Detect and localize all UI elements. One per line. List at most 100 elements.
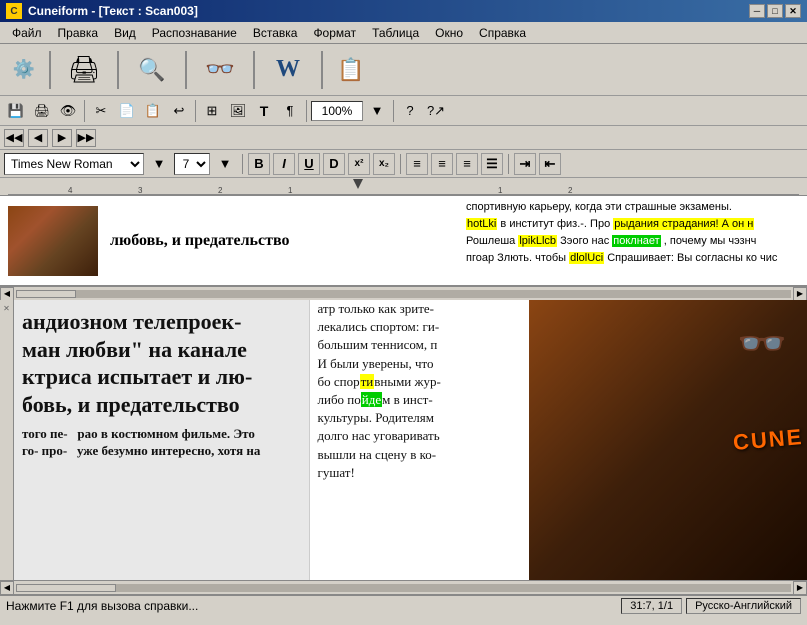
format-bar: Times New Roman Times New Roman ▼ 7 ▼ B … xyxy=(0,150,807,178)
tool-settings-button[interactable]: ⚙️ xyxy=(4,48,44,92)
para-button[interactable]: ¶ xyxy=(278,99,302,123)
scroll-thumb[interactable] xyxy=(16,290,76,298)
save-button[interactable]: 💾 xyxy=(4,99,28,123)
toolbar-separator-2 xyxy=(117,51,119,89)
subscript-button[interactable]: x₂ xyxy=(373,153,395,175)
word-icon: W xyxy=(270,52,306,88)
copy2-button[interactable]: 📄 xyxy=(115,99,139,123)
glasses-overlay: 👓 xyxy=(737,320,787,367)
paste-button[interactable]: 📋 xyxy=(141,99,165,123)
strikethrough-button[interactable]: D xyxy=(323,153,345,175)
tool-glasses-button[interactable]: 👓 xyxy=(192,48,248,92)
undo-button[interactable]: ↩ xyxy=(167,99,191,123)
menu-help[interactable]: Справка xyxy=(471,24,534,42)
scan-photo-area: 👓 CUNE xyxy=(529,300,807,580)
nav-bar: ◀◀ ◀ ▶ ▶▶ xyxy=(0,126,807,150)
tool-copy-button[interactable]: 📋 xyxy=(328,48,374,92)
status-bar: Нажмите F1 для вызова справки... 31:7, 1… xyxy=(0,594,807,616)
toolbar-separator-4 xyxy=(253,51,255,89)
preview-scrollbar[interactable]: ◀ ▶ xyxy=(0,286,807,300)
font-dropdown-arrow[interactable]: ▼ xyxy=(147,152,171,176)
align-right-button[interactable]: ≡ xyxy=(456,153,478,175)
maximize-button[interactable]: □ xyxy=(767,4,783,18)
align-left-button[interactable]: ≡ xyxy=(406,153,428,175)
nav-prev-button[interactable]: ◀ xyxy=(28,129,48,147)
justify-button[interactable]: ☰ xyxy=(481,153,503,175)
sep-2 xyxy=(195,100,196,122)
preview-thumbnail xyxy=(8,206,98,276)
font-select[interactable]: Times New Roman xyxy=(4,153,144,175)
zoom-dropdown[interactable]: ▼ xyxy=(365,99,389,123)
superscript-button[interactable]: x² xyxy=(348,153,370,175)
cut-button[interactable]: ✂ xyxy=(89,99,113,123)
menu-view[interactable]: Вид xyxy=(106,24,144,42)
tool-recognize-button[interactable]: 🔍 xyxy=(124,48,180,92)
status-language: Русско-Английский xyxy=(686,598,801,614)
zoom-level[interactable]: 100% xyxy=(311,101,363,121)
scan-text-line1: андиозном телепроек- xyxy=(22,308,301,336)
highlight-pry: рыдания страдания! А он н xyxy=(613,218,754,230)
menu-window[interactable]: Окно xyxy=(427,24,471,42)
scroll-track[interactable] xyxy=(16,290,791,298)
main-toolbar: ⚙️ 🖨 🔍 👓 W 📋 xyxy=(0,44,807,96)
image-button[interactable]: 🖼 xyxy=(226,99,250,123)
menu-bar: Файл Правка Вид Распознавание Вставка Фо… xyxy=(0,22,807,44)
underline-button[interactable]: U xyxy=(298,153,320,175)
size-select[interactable]: 7 xyxy=(174,153,210,175)
doc-preview-strip: любовь, и предательство спортивную карье… xyxy=(0,196,807,286)
toolbar-separator-1 xyxy=(49,51,51,89)
fmt-sep-1 xyxy=(242,154,243,174)
window-controls[interactable]: ─ □ ✕ xyxy=(749,4,801,18)
preview-left-pane: любовь, и предательство xyxy=(0,196,460,285)
main-scroll-thumb[interactable] xyxy=(16,584,116,592)
outdent-button[interactable]: ⇤ xyxy=(539,153,561,175)
preview-line4: пгоар Злють. чтобы dlolUci Спрашивает: В… xyxy=(466,251,801,266)
nav-next-button[interactable]: ▶ xyxy=(52,129,72,147)
scan-text-line4: бовь, и предательство xyxy=(22,391,301,419)
table-button[interactable]: ⊞ xyxy=(200,99,224,123)
tool-scan-button[interactable]: 🖨 xyxy=(56,48,112,92)
align-center-button[interactable]: ≡ xyxy=(431,153,453,175)
copy-icon: 📋 xyxy=(333,52,369,88)
scroll-left-button[interactable]: ◀ xyxy=(0,287,14,301)
main-scrollbar[interactable]: ◀ ▶ xyxy=(0,580,807,594)
title-text: Cuneiform - [Текст : Scan003] xyxy=(28,4,198,18)
bold-button[interactable]: B xyxy=(248,153,270,175)
menu-edit[interactable]: Правка xyxy=(50,24,107,42)
menu-recognize[interactable]: Распознавание xyxy=(144,24,245,42)
status-position: 31:7, 1/1 xyxy=(621,598,682,614)
italic-button[interactable]: I xyxy=(273,153,295,175)
highlight-pokl: поклнает xyxy=(612,235,660,247)
close-button[interactable]: ✕ xyxy=(785,4,801,18)
text-button[interactable]: T xyxy=(252,99,276,123)
indent-button[interactable]: ⇥ xyxy=(514,153,536,175)
main-scroll-track[interactable] xyxy=(16,584,791,592)
nav-last-button[interactable]: ▶▶ xyxy=(76,129,96,147)
main-scroll-left-button[interactable]: ◀ xyxy=(0,581,14,595)
main-content-area: ✕ андиозном телепроек- ман любви" на кан… xyxy=(0,300,807,580)
main-scroll-right-button[interactable]: ▶ xyxy=(793,581,807,595)
fmt-sep-3 xyxy=(508,154,509,174)
size-dropdown-arrow[interactable]: ▼ xyxy=(213,152,237,176)
minimize-button[interactable]: ─ xyxy=(749,4,765,18)
preview-main-text: любовь, и предательство xyxy=(110,232,290,250)
tool-word-button[interactable]: W xyxy=(260,48,316,92)
menu-format[interactable]: Формат xyxy=(305,24,364,42)
highlight-hotlki: hotLki xyxy=(466,218,497,230)
fmt-sep-2 xyxy=(400,154,401,174)
glasses-icon: 👓 xyxy=(202,52,238,88)
scanner-icon: 🖨 xyxy=(66,52,102,88)
menu-table[interactable]: Таблица xyxy=(364,24,427,42)
app-icon: C xyxy=(6,3,22,19)
menu-file[interactable]: Файл xyxy=(4,24,50,42)
nav-first-button[interactable]: ◀◀ xyxy=(4,129,24,147)
print-button[interactable]: 🖨 xyxy=(30,99,54,123)
preview-button[interactable]: 👁 xyxy=(56,99,80,123)
help-icon[interactable]: ? xyxy=(398,99,422,123)
ruler-marker xyxy=(353,179,363,189)
menu-insert[interactable]: Вставка xyxy=(245,24,306,42)
preview-line2: hotLki в институт физ.-. Про рыдания стр… xyxy=(466,217,801,232)
scan-text-line2: ман любви" на канале xyxy=(22,336,301,364)
help2-icon[interactable]: ?↗ xyxy=(424,99,448,123)
scroll-right-button[interactable]: ▶ xyxy=(793,287,807,301)
